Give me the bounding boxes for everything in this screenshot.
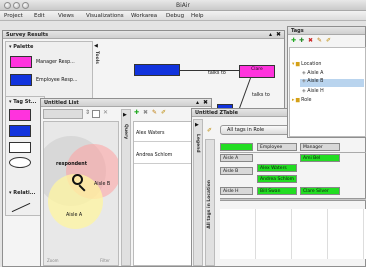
tag-styles-header: ▾ Tag St... (9, 99, 37, 105)
list-item[interactable]: Andrea Schlom (134, 148, 196, 164)
maximize-icon[interactable]: ▴ (269, 31, 272, 38)
relations-header: ▾ Relati... (9, 190, 36, 196)
tree-node-aisle-h[interactable]: ◈ Aisle H (302, 89, 324, 94)
menu-project[interactable]: Project (4, 13, 23, 19)
palette-header: ▾ Palette (9, 44, 34, 50)
table-cell[interactable]: Andrea Schlom (257, 175, 297, 183)
tools-side-tab[interactable]: Tools (94, 51, 99, 64)
tag-icon[interactable]: ✐ (207, 128, 212, 134)
ztable-title: Untitled ZTable (195, 110, 238, 116)
row-label[interactable]: Aisle B (220, 167, 253, 175)
add-icon[interactable]: ✚ (134, 110, 139, 116)
legend-tab-panel[interactable]: ▶ Legend (193, 119, 203, 266)
tags-titlebar[interactable]: Tags (288, 27, 365, 35)
menu-bar: Project Edit Views Visualizations Workar… (0, 11, 366, 21)
edit-icon[interactable]: ✎ (152, 110, 157, 116)
close-icon[interactable]: ✕ (103, 110, 108, 116)
tag-style-rect[interactable] (9, 142, 31, 153)
venn-label-aisle-b: Aisle B (94, 182, 111, 187)
arrow-right-icon[interactable]: ▶ (195, 122, 199, 128)
venn-label-aisle-a: Aisle A (66, 213, 83, 218)
query-tab-panel[interactable]: ▶ Query (121, 109, 131, 266)
untitled-list-window: Untitled List ▴ ✖ ⇕ ✕ respondent Aisle B… (40, 98, 212, 267)
tag-style-magenta[interactable] (9, 109, 31, 121)
relation-line-icon[interactable] (11, 202, 31, 213)
tree-node-aisle-a[interactable]: ◈ Aisle A (302, 71, 323, 76)
table-cell[interactable]: Clare Silver (300, 187, 340, 195)
tag-style-ellipse[interactable] (9, 157, 31, 168)
table-cell[interactable]: Ami Bel (300, 154, 340, 162)
footer-zoom: Zoom (47, 258, 59, 263)
all-tags-location-tab[interactable]: All tags in Location (207, 180, 212, 229)
menu-edit[interactable]: Edit (34, 13, 45, 19)
table-row-divider (220, 198, 366, 201)
tag-styles-panel: ▾ Tag St... ▾ Relati... (5, 96, 45, 216)
stepper-icon[interactable]: ⇕ (85, 110, 90, 116)
app-title: BiAir (175, 2, 191, 9)
menu-workarea[interactable]: Workarea (131, 13, 157, 19)
tree-node-location[interactable]: ▾ ▆ Location (292, 62, 321, 67)
menu-views[interactable]: Views (58, 13, 74, 19)
tags-tree[interactable]: ▾ ▆ Location ◈ Aisle A ◈ Aisle B ◈ Aisle… (289, 47, 366, 137)
menu-debug[interactable]: Debug (166, 13, 184, 19)
tags-window: Tags ✚ ✚ ✖ ✎ ✐ ▾ ▆ Location ◈ Aisle A ◈ … (287, 26, 366, 138)
checkbox[interactable] (92, 110, 100, 118)
folder-icon: ▸ ▆ (292, 98, 302, 103)
header-divider (220, 152, 366, 153)
menu-help[interactable]: Help (191, 13, 204, 19)
folder-icon: ▾ ▆ (292, 62, 302, 67)
row-label[interactable]: Aisle H (220, 187, 253, 195)
survey-results-titlebar[interactable]: Survey Results ▴ ✖ (3, 31, 284, 39)
delete-icon[interactable]: ✖ (308, 38, 313, 44)
row-label[interactable]: Aisle A (220, 154, 253, 162)
graph-node-blue[interactable] (134, 64, 180, 76)
untitled-list-title: Untitled List (44, 100, 79, 106)
arrow-right-icon[interactable]: ▶ (123, 112, 127, 118)
venn-canvas[interactable]: respondent Aisle B Aisle A Zoom Filter (43, 121, 119, 266)
table-cell[interactable]: Alex Waters (257, 164, 297, 172)
column-header-employee[interactable]: Employee (257, 143, 297, 151)
palette-item-employee[interactable]: Employee Resp... (36, 78, 77, 83)
tree-node-role[interactable]: ▸ ▆ Role (292, 98, 312, 103)
tag-style-blue[interactable] (9, 125, 31, 137)
table-cell[interactable]: Bill Swan (257, 187, 297, 195)
arrow-left-icon[interactable]: ◀ (94, 43, 98, 49)
search-input[interactable] (43, 109, 83, 119)
add-icon[interactable]: ✚ (291, 38, 296, 44)
venn-label-respondents: respondent (56, 162, 88, 167)
close-icon[interactable]: ✖ (203, 99, 208, 106)
employee-swatch[interactable] (10, 74, 32, 86)
tag-icon[interactable]: ✐ (326, 38, 331, 44)
manager-swatch[interactable] (10, 56, 32, 68)
close-icon[interactable]: ✖ (276, 31, 281, 38)
palette-item-manager[interactable]: Manager Resp... (36, 60, 75, 65)
untitled-list-titlebar[interactable]: Untitled List ▴ ✖ (41, 99, 211, 107)
remove-icon[interactable]: ✖ (143, 110, 148, 116)
desktop: BiAir Project Edit Views Visualizations … (0, 0, 366, 267)
palette-panel: ▾ Palette Manager Resp... Employee Resp.… (5, 41, 93, 103)
tag-icon[interactable]: ✐ (161, 110, 166, 116)
graph-node-clare[interactable]: Clare (239, 65, 275, 78)
tree-node-aisle-b[interactable]: ◈ Aisle B (300, 79, 364, 87)
table-corner-cell (220, 143, 253, 151)
magnifier-icon[interactable] (72, 174, 83, 185)
tags-title: Tags (291, 28, 304, 34)
edit-icon[interactable]: ✎ (317, 38, 322, 44)
app-titlebar: BiAir (0, 0, 366, 11)
table-empty-area (220, 209, 366, 259)
legend-side-tab[interactable]: Legend (195, 134, 200, 153)
menu-visualizations[interactable]: Visualizations (86, 13, 124, 19)
tags-tab-panel[interactable]: All tags in Location (205, 139, 215, 266)
column-header-manager[interactable]: Manager (300, 143, 340, 151)
survey-results-title: Survey Results (6, 32, 49, 38)
add-tag-icon[interactable]: ✚ (299, 38, 304, 44)
maximize-icon[interactable]: ▴ (196, 99, 199, 106)
edge-label-talks-to-1: talks to (208, 71, 226, 76)
footer-filter: Filter (100, 258, 110, 263)
list-item[interactable]: Alex Waters (134, 126, 196, 142)
query-side-tab[interactable]: Query (123, 124, 128, 139)
edge-label-talks-to-2: talks to (252, 93, 270, 98)
